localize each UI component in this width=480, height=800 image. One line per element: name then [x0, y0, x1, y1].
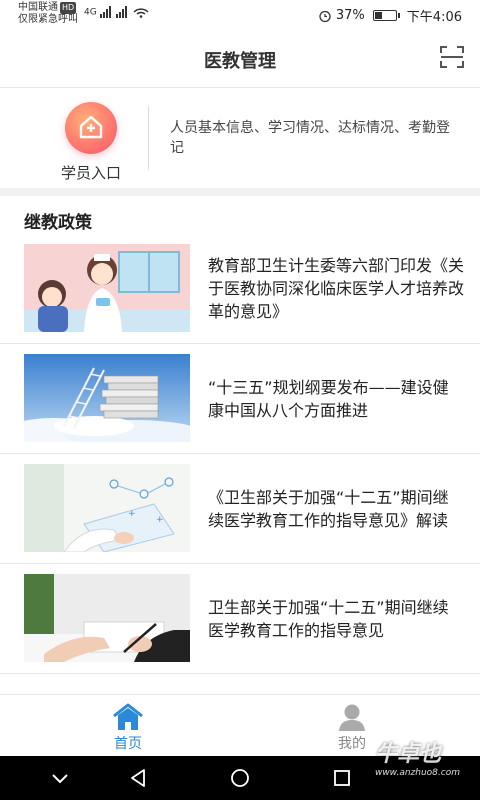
home-nav-icon[interactable]: [230, 768, 250, 788]
tab-me-label: 我的: [338, 736, 366, 752]
home-icon: [113, 703, 143, 730]
network-type: 4G: [84, 7, 97, 18]
student-entry-label: 学员入口: [60, 164, 121, 182]
news-thumbnail: [24, 354, 190, 442]
status-bar: 中国联通 HD 仅限紧急呼叫 4G 37% 下午4:06: [0, 0, 480, 30]
news-thumbnail: + +: [24, 464, 190, 552]
student-entry-description: 人员基本信息、学习情况、达标情况、考勤登记: [170, 120, 450, 156]
user-icon: [339, 704, 365, 731]
recents-icon[interactable]: [332, 768, 352, 788]
hd-badge: HD: [60, 2, 77, 14]
news-item[interactable]: 卫生部关于加强“十二五”期间继续医学教育工作的指导意见: [0, 564, 480, 674]
app-header: 医教管理: [0, 30, 480, 88]
alarm-icon: [319, 10, 331, 22]
news-item[interactable]: “十三五”规划纲要发布——建设健康中国从八个方面推进: [0, 344, 480, 454]
news-title: 《卫生部关于加强“十二五”期间继续医学教育工作的指导意见》解读: [208, 487, 449, 530]
section-title: 继教政策: [24, 213, 92, 233]
clock-time: 下午4:06: [406, 10, 462, 25]
news-title: 教育部卫生计生委等六部门印发《关于医教协同深化临床医学人才培养改革的意见》: [208, 256, 465, 321]
watermark: 牛卓也 www.anzhuo8.com: [375, 736, 460, 778]
news-thumbnail: [24, 244, 190, 332]
hospital-icon: [65, 102, 117, 154]
svg-text:+: +: [156, 515, 164, 525]
tab-home[interactable]: 首页: [88, 703, 168, 753]
student-entry-section: 学员入口 人员基本信息、学习情况、达标情况、考勤登记: [0, 88, 480, 188]
carrier-name: 中国联通: [18, 2, 58, 13]
signal-indicator: 4G: [84, 6, 150, 18]
battery-icon: [372, 10, 400, 21]
carrier-info: 中国联通 HD 仅限紧急呼叫: [18, 2, 78, 26]
svg-text:+: +: [128, 509, 136, 519]
news-item[interactable]: + + 《卫生部关于加强“十二五”期间继续医学教育工作的指导意见》解读: [0, 454, 480, 564]
news-thumbnail: [24, 574, 190, 662]
news-item[interactable]: 教育部卫生计生委等六部门印发《关于医教协同深化临床医学人才培养改革的意见》: [0, 234, 480, 344]
student-entry-button[interactable]: 学员入口: [48, 102, 134, 182]
status-right: 37% 下午4:06: [318, 6, 462, 25]
page-title: 医教管理: [204, 51, 276, 72]
news-title: 卫生部关于加强“十二五”期间继续医学教育工作的指导意见: [208, 597, 449, 640]
tab-home-label: 首页: [114, 736, 142, 752]
news-title: “十三五”规划纲要发布——建设健康中国从八个方面推进: [208, 377, 449, 420]
signal-icon: [99, 6, 149, 18]
watermark-text: 牛卓也: [374, 742, 441, 767]
watermark-url: www.anzhuo8.com: [374, 768, 460, 778]
section-gap: [0, 188, 480, 196]
emergency-text: 仅限紧急呼叫: [18, 14, 78, 25]
back-icon[interactable]: [128, 768, 148, 788]
scan-icon[interactable]: [440, 46, 464, 68]
battery-percent: 37%: [335, 8, 365, 23]
divider: [148, 106, 149, 170]
chevron-down-icon[interactable]: [50, 768, 70, 788]
